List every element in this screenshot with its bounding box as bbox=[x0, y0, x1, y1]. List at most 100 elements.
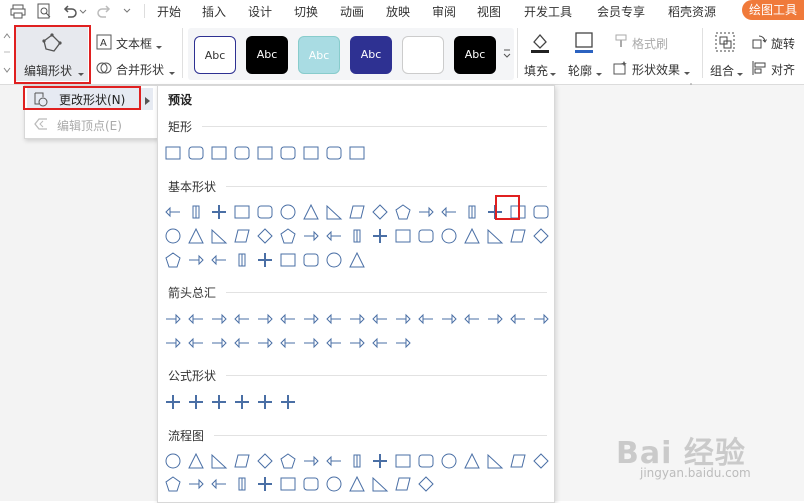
shape-option-icon[interactable] bbox=[463, 227, 481, 245]
shape-option-icon[interactable] bbox=[440, 310, 458, 328]
shape-option-icon[interactable] bbox=[164, 227, 182, 245]
group-icon[interactable] bbox=[713, 30, 737, 54]
shape-option-icon[interactable] bbox=[325, 227, 343, 245]
shape-option-icon[interactable] bbox=[302, 144, 320, 162]
shape-option-icon[interactable] bbox=[371, 475, 389, 493]
shape-option-icon[interactable] bbox=[256, 144, 274, 162]
shape-option-icon[interactable] bbox=[210, 334, 228, 352]
shape-option-icon[interactable] bbox=[348, 144, 366, 162]
fill-icon[interactable] bbox=[528, 30, 552, 54]
tab-animation[interactable]: 动画 bbox=[340, 3, 364, 20]
shape-option-icon[interactable] bbox=[187, 310, 205, 328]
merge-caret-icon[interactable] bbox=[169, 66, 175, 75]
shape-effects-label[interactable]: 形状效果 bbox=[632, 61, 680, 78]
shape-option-icon[interactable] bbox=[256, 334, 274, 352]
shape-option-icon[interactable] bbox=[486, 227, 504, 245]
gallery-more-icon[interactable] bbox=[503, 48, 511, 58]
shape-option-icon[interactable] bbox=[233, 227, 251, 245]
effects-caret-icon[interactable] bbox=[684, 66, 690, 75]
shape-option-icon[interactable] bbox=[233, 452, 251, 470]
shape-option-icon[interactable] bbox=[371, 310, 389, 328]
shape-option-icon[interactable] bbox=[233, 310, 251, 328]
shape-option-icon[interactable] bbox=[210, 452, 228, 470]
shape-option-icon[interactable] bbox=[279, 251, 297, 269]
shape-option-icon[interactable] bbox=[279, 475, 297, 493]
shape-option-icon[interactable] bbox=[348, 475, 366, 493]
shape-option-icon[interactable] bbox=[210, 475, 228, 493]
shape-option-icon[interactable] bbox=[187, 452, 205, 470]
shape-option-icon[interactable] bbox=[394, 227, 412, 245]
shape-option-icon[interactable] bbox=[440, 227, 458, 245]
shape-option-icon[interactable] bbox=[187, 475, 205, 493]
shape-option-icon[interactable] bbox=[164, 310, 182, 328]
shape-option-icon[interactable] bbox=[210, 203, 228, 221]
shape-option-icon[interactable] bbox=[210, 144, 228, 162]
shape-option-icon[interactable] bbox=[302, 475, 320, 493]
shape-option-icon[interactable] bbox=[210, 310, 228, 328]
shape-option-icon[interactable] bbox=[279, 334, 297, 352]
shape-option-icon[interactable] bbox=[325, 310, 343, 328]
outline-caret-icon[interactable] bbox=[596, 67, 602, 76]
shape-option-icon[interactable] bbox=[302, 452, 320, 470]
shape-option-icon[interactable] bbox=[256, 227, 274, 245]
shape-option-icon[interactable] bbox=[256, 310, 274, 328]
shape-option-icon[interactable] bbox=[486, 452, 504, 470]
tab-member[interactable]: 会员专享 bbox=[597, 3, 645, 20]
shape-option-icon[interactable] bbox=[440, 203, 458, 221]
shape-option-icon[interactable] bbox=[233, 334, 251, 352]
undo-icon[interactable] bbox=[62, 3, 78, 19]
style-swatch-4[interactable]: Abc bbox=[350, 36, 392, 74]
shape-option-icon[interactable] bbox=[325, 251, 343, 269]
shape-option-icon[interactable] bbox=[325, 452, 343, 470]
shape-option-icon[interactable] bbox=[509, 452, 527, 470]
align-label[interactable]: 对齐 bbox=[771, 61, 795, 78]
fill-label[interactable]: 填充 bbox=[524, 62, 548, 79]
shape-option-icon[interactable] bbox=[164, 393, 182, 411]
shape-option-icon[interactable] bbox=[164, 334, 182, 352]
shape-option-icon[interactable] bbox=[233, 251, 251, 269]
tab-design[interactable]: 设计 bbox=[248, 3, 272, 20]
shape-option-icon[interactable] bbox=[302, 310, 320, 328]
shape-option-icon[interactable] bbox=[164, 251, 182, 269]
tab-transition[interactable]: 切换 bbox=[294, 3, 318, 20]
align-icon[interactable] bbox=[751, 60, 767, 76]
tab-slideshow[interactable]: 放映 bbox=[386, 3, 410, 20]
shape-option-icon[interactable] bbox=[348, 452, 366, 470]
shape-option-icon[interactable] bbox=[187, 251, 205, 269]
shape-option-icon[interactable] bbox=[417, 475, 435, 493]
print-preview-icon[interactable] bbox=[36, 3, 52, 19]
shape-option-icon[interactable] bbox=[348, 227, 366, 245]
shape-option-icon[interactable] bbox=[371, 452, 389, 470]
shape-option-icon[interactable] bbox=[325, 203, 343, 221]
shape-option-icon[interactable] bbox=[463, 310, 481, 328]
shape-option-icon[interactable] bbox=[210, 227, 228, 245]
shape-option-icon[interactable] bbox=[187, 144, 205, 162]
tab-home[interactable]: 开始 bbox=[157, 3, 181, 20]
shape-option-icon[interactable] bbox=[256, 203, 274, 221]
shape-option-icon[interactable] bbox=[394, 203, 412, 221]
shape-option-icon[interactable] bbox=[417, 203, 435, 221]
shape-option-icon[interactable] bbox=[256, 475, 274, 493]
textbox-label[interactable]: 文本框 bbox=[116, 35, 152, 52]
shape-option-icon[interactable] bbox=[509, 310, 527, 328]
ribbon-scroll-icon[interactable] bbox=[3, 30, 11, 76]
shape-effects-icon[interactable] bbox=[612, 60, 628, 76]
textbox-icon[interactable]: A bbox=[96, 34, 112, 50]
merge-shape-icon[interactable] bbox=[96, 60, 112, 76]
shape-option-icon[interactable] bbox=[187, 393, 205, 411]
print-icon[interactable] bbox=[10, 3, 26, 19]
shape-option-icon[interactable] bbox=[371, 334, 389, 352]
shape-option-icon[interactable] bbox=[256, 393, 274, 411]
shape-option-icon[interactable] bbox=[348, 334, 366, 352]
shape-option-icon[interactable] bbox=[417, 452, 435, 470]
shape-option-icon[interactable] bbox=[164, 475, 182, 493]
shape-option-icon[interactable] bbox=[532, 203, 550, 221]
outline-icon[interactable] bbox=[572, 30, 596, 54]
shape-option-icon[interactable] bbox=[532, 227, 550, 245]
shape-option-icon[interactable] bbox=[440, 452, 458, 470]
shape-option-icon[interactable] bbox=[302, 251, 320, 269]
shape-option-icon[interactable] bbox=[164, 144, 182, 162]
group-caret-icon[interactable] bbox=[737, 67, 743, 76]
shape-option-icon[interactable] bbox=[256, 452, 274, 470]
fill-caret-icon[interactable] bbox=[550, 67, 556, 76]
